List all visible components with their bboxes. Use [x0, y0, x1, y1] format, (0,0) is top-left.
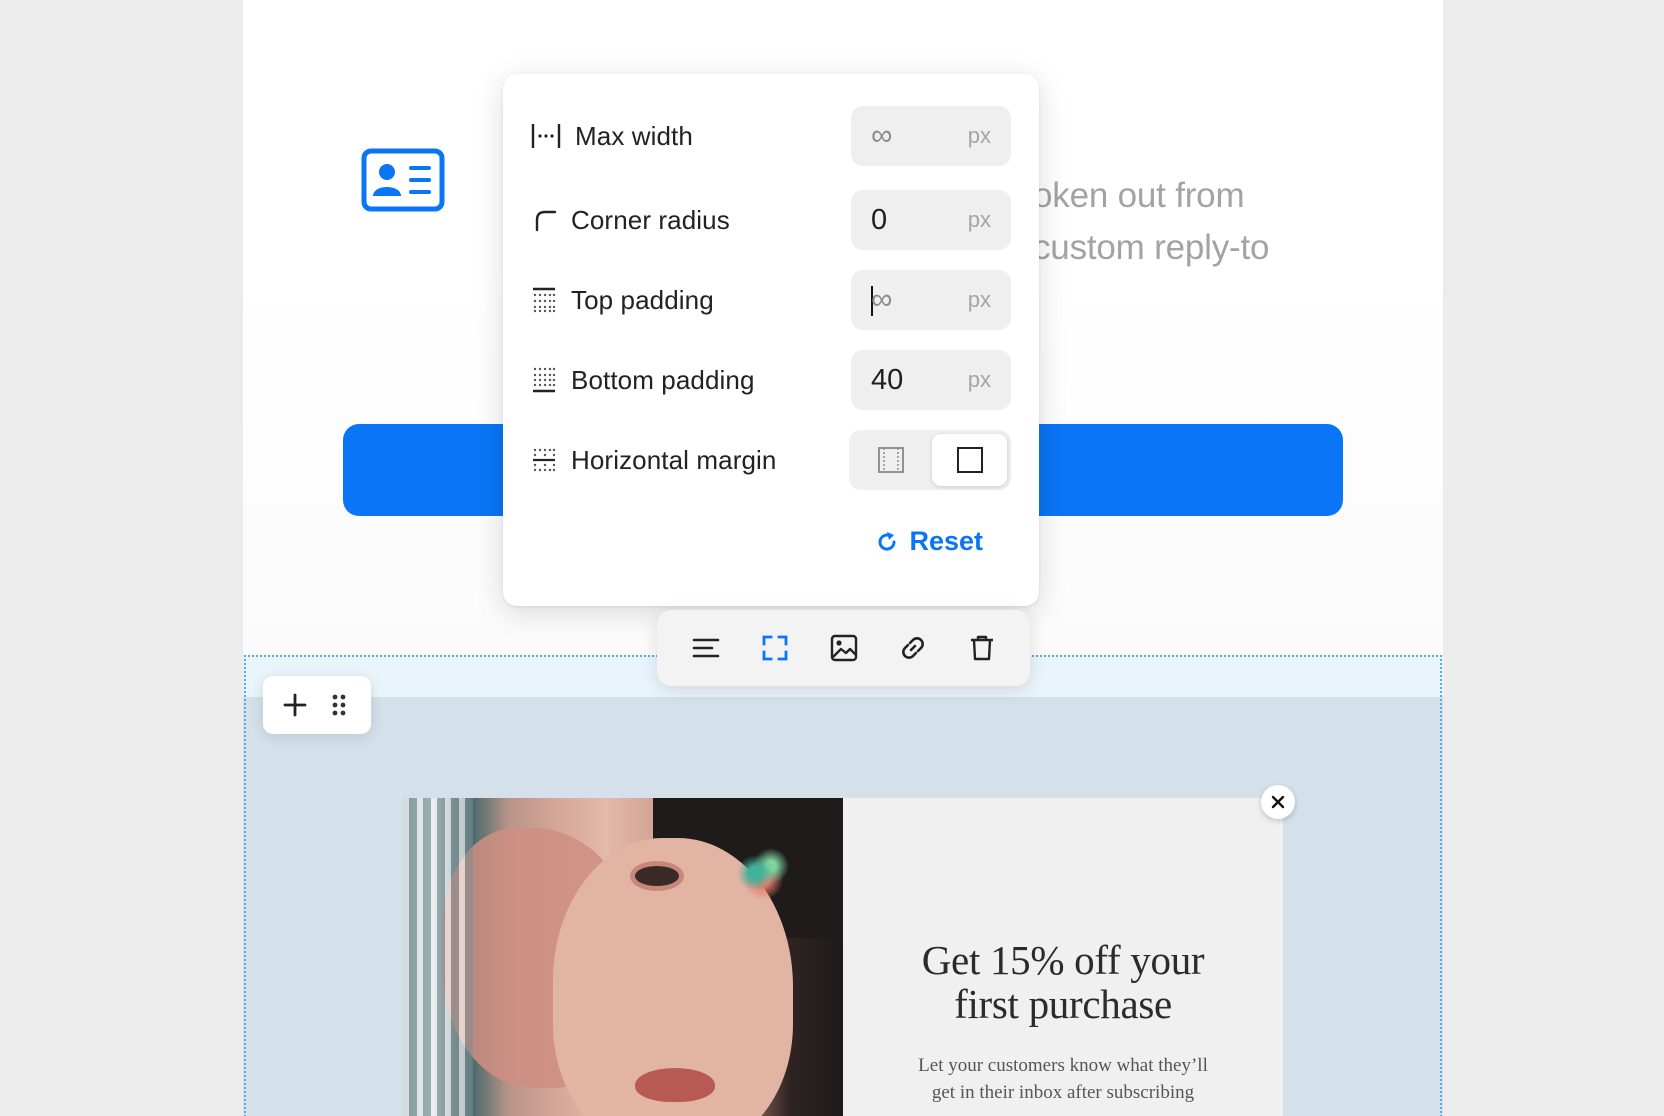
trash-icon	[970, 635, 993, 661]
horizontal-margin-row: Horizontal margin	[531, 430, 1011, 490]
block-handle	[263, 676, 371, 734]
max-width-input[interactable]: ∞ px	[851, 106, 1011, 166]
popup-headline-line-1: Get 15% off your	[921, 937, 1205, 983]
popup-subtext-line-2: get in their inbox after subscribing	[931, 1082, 1195, 1103]
refresh-icon	[878, 531, 896, 551]
top-padding-value-wrap: ∞	[871, 283, 968, 317]
top-padding-value: ∞	[871, 283, 893, 316]
close-icon	[1271, 795, 1285, 809]
image-icon	[830, 634, 857, 662]
max-width-unit: px	[967, 123, 991, 148]
horizontal-margin-label: Horizontal margin	[571, 444, 777, 475]
bottom-padding-icon	[531, 366, 563, 394]
expand-icon	[762, 635, 787, 661]
photo-glass	[403, 798, 473, 1116]
max-width-value: ∞	[871, 119, 893, 152]
bottom-padding-value: 40	[871, 363, 904, 396]
top-padding-icon	[531, 286, 563, 314]
reset-label: Reset	[909, 526, 983, 556]
top-padding-input[interactable]: ∞ px	[851, 270, 1011, 330]
photo-face-paint	[723, 838, 803, 908]
block-settings-panel: Max width ∞ px Corner radius 0 px Top pa…	[503, 74, 1039, 606]
bottom-padding-row: Bottom padding 40 px	[531, 350, 1011, 410]
intro-text: oken out from custom reply-to	[1033, 170, 1269, 274]
block-toolbar	[657, 610, 1030, 686]
corner-radius-value: 0	[871, 203, 888, 236]
size-settings-button[interactable]	[751, 624, 799, 672]
margin-inset-icon	[877, 447, 904, 473]
horizontal-margin-icon	[531, 446, 563, 474]
popup-photo	[403, 798, 843, 1116]
photo-eye	[635, 866, 679, 886]
drag-dots-icon	[332, 694, 346, 716]
top-padding-unit: px	[967, 287, 991, 312]
add-block-button[interactable]	[277, 687, 313, 723]
popup-offer: Get 15% off your first purchase Let your…	[843, 798, 1283, 1116]
align-icon	[692, 638, 719, 658]
max-width-row: Max width ∞ px	[531, 106, 1011, 166]
margin-none-icon	[956, 447, 983, 473]
margin-option-none[interactable]	[932, 434, 1007, 486]
popup-close-button[interactable]	[1261, 785, 1295, 819]
corner-radius-input[interactable]: 0 px	[851, 190, 1011, 250]
top-padding-label: Top padding	[571, 284, 714, 315]
drag-handle[interactable]	[321, 687, 357, 723]
align-button[interactable]	[682, 624, 730, 672]
bottom-padding-input[interactable]: 40 px	[851, 350, 1011, 410]
plus-icon	[283, 693, 307, 717]
popup-headline: Get 15% off your first purchase	[843, 938, 1283, 1026]
link-icon	[901, 637, 924, 659]
corner-radius-row: Corner radius 0 px	[531, 190, 1011, 250]
delete-button[interactable]	[958, 624, 1006, 672]
top-padding-row: Top padding ∞ px	[531, 270, 1011, 330]
contact-card-icon	[361, 148, 445, 212]
corner-radius-label: Corner radius	[571, 204, 730, 235]
signup-popup-preview[interactable]: Get 15% off your first purchase Let your…	[403, 798, 1283, 1116]
horizontal-margin-toggle	[849, 430, 1011, 490]
bottom-padding-label: Bottom padding	[571, 364, 755, 395]
bottom-padding-unit: px	[967, 367, 991, 392]
max-width-icon	[531, 122, 563, 150]
reset-button[interactable]: Reset	[875, 526, 983, 557]
image-button[interactable]	[820, 624, 868, 672]
popup-subtext: Let your customers know what they’ll get…	[843, 1052, 1283, 1106]
max-width-label: Max width	[575, 120, 693, 151]
link-button[interactable]	[889, 624, 937, 672]
popup-subtext-line-1: Let your customers know what they’ll	[918, 1055, 1208, 1076]
intro-text-line-2: custom reply-to	[1033, 228, 1270, 267]
popup-headline-line-2: first purchase	[954, 981, 1172, 1027]
margin-option-inset[interactable]	[853, 434, 928, 486]
corner-radius-unit: px	[967, 207, 991, 232]
corner-radius-icon	[531, 206, 563, 234]
intro-text-line-1: oken out from	[1033, 176, 1245, 215]
photo-lips	[635, 1068, 715, 1102]
